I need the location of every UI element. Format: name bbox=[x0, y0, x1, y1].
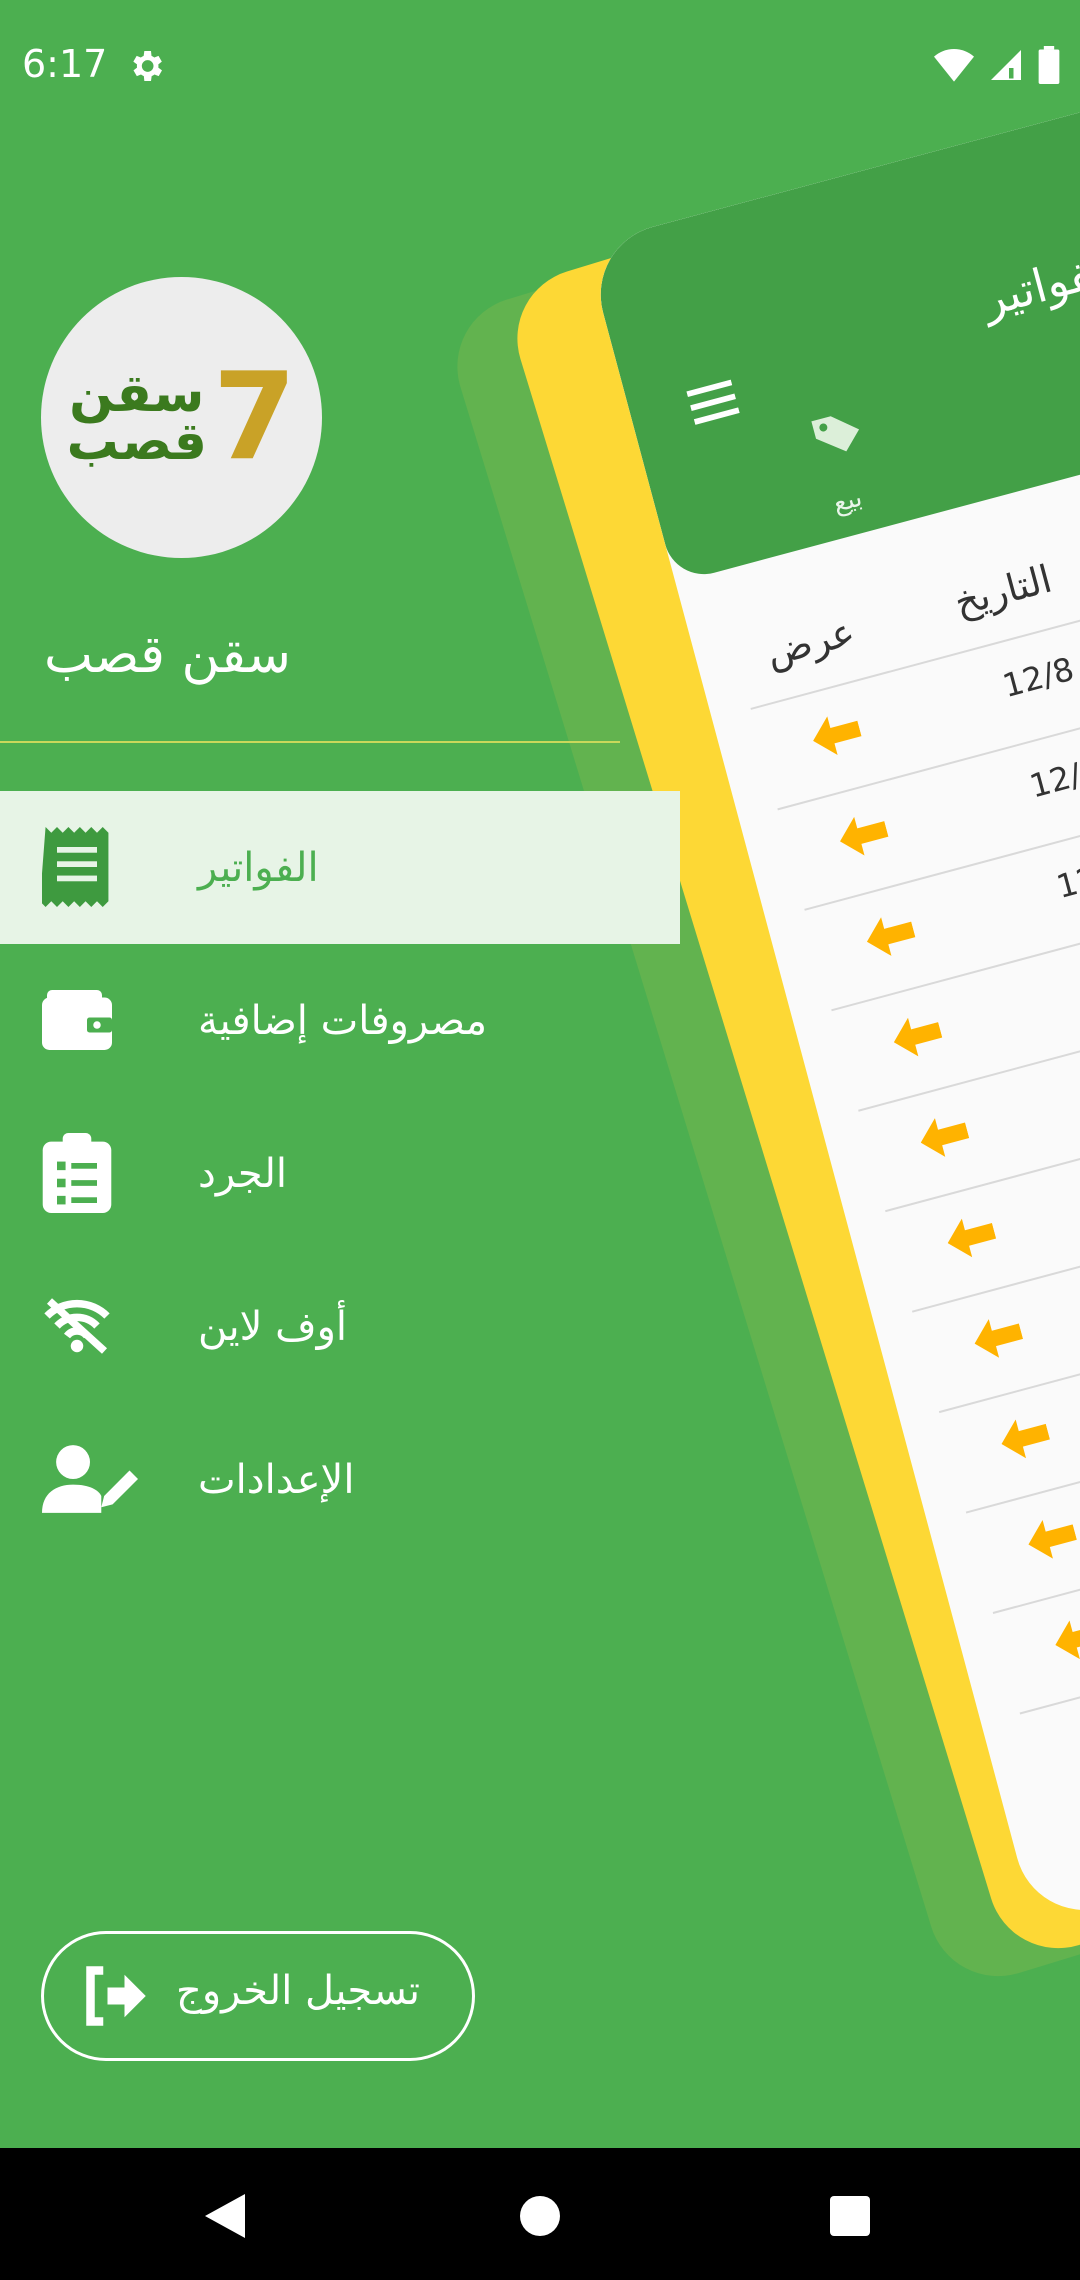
tag-icon[interactable] bbox=[807, 405, 867, 460]
menu-icon[interactable] bbox=[686, 377, 741, 428]
recents-icon[interactable] bbox=[830, 2196, 870, 2236]
status-bar: 6:17 bbox=[0, 0, 1080, 130]
menu-label: الإعدادات bbox=[198, 1456, 355, 1503]
app-logo: سقن قصب 7 bbox=[41, 277, 322, 558]
logo-text-top: سقن bbox=[69, 363, 205, 424]
system-nav-bar bbox=[0, 2148, 1080, 2280]
logout-label: تسجيل الخروج bbox=[176, 1968, 421, 2014]
menu-label: أوف لاين bbox=[198, 1303, 348, 1350]
preview-title: الفواتير bbox=[976, 238, 1080, 327]
arrow-left-icon[interactable] bbox=[835, 810, 892, 861]
arrow-left-icon[interactable] bbox=[969, 1312, 1026, 1363]
menu-item-invoices[interactable]: الفواتير bbox=[0, 791, 680, 944]
divider bbox=[0, 741, 620, 743]
arrow-left-icon[interactable] bbox=[943, 1211, 1000, 1262]
wifi-off-icon bbox=[44, 1298, 110, 1354]
arrow-left-icon[interactable] bbox=[808, 709, 865, 760]
status-time: 6:17 bbox=[22, 42, 108, 86]
column-header-view: عرض bbox=[761, 609, 860, 676]
gear-icon bbox=[133, 51, 162, 81]
wifi-icon bbox=[934, 49, 974, 82]
battery-icon bbox=[1038, 46, 1060, 84]
menu-item-extra-expenses[interactable]: مصروفات إضافية bbox=[0, 944, 680, 1097]
tab-sell-label[interactable]: بيع bbox=[830, 483, 866, 519]
column-header-date: التاريخ bbox=[949, 556, 1057, 625]
arrow-left-icon[interactable] bbox=[1023, 1513, 1080, 1564]
wallet-icon bbox=[42, 990, 112, 1050]
home-icon[interactable] bbox=[520, 2196, 560, 2236]
clipboard-list-icon bbox=[42, 1133, 112, 1213]
menu-label: مصروفات إضافية bbox=[198, 997, 488, 1044]
arrow-left-icon[interactable] bbox=[1050, 1613, 1080, 1664]
arrow-left-icon[interactable] bbox=[862, 910, 919, 961]
user-edit-icon bbox=[42, 1445, 138, 1513]
brand-name: سقن قصب bbox=[44, 625, 291, 685]
back-icon[interactable] bbox=[205, 2194, 245, 2238]
arrow-left-icon[interactable] bbox=[996, 1412, 1053, 1463]
menu-label: الفواتير bbox=[198, 844, 319, 891]
menu-label: الجرد bbox=[198, 1150, 288, 1197]
row-date: 12/19 bbox=[1052, 845, 1080, 906]
arrow-left-icon[interactable] bbox=[916, 1111, 973, 1162]
logo-text-bottom: قصب bbox=[66, 411, 207, 472]
arrow-left-icon[interactable] bbox=[889, 1010, 946, 1061]
menu-item-inventory[interactable]: الجرد bbox=[0, 1097, 680, 1250]
row-date: 12/11 bbox=[1025, 744, 1080, 806]
row-date: 12/8 bbox=[998, 649, 1078, 706]
logo-seven: 7 bbox=[212, 348, 297, 487]
receipt-icon bbox=[42, 827, 109, 907]
signal-icon bbox=[991, 50, 1021, 80]
logout-icon bbox=[86, 1966, 146, 2026]
menu-item-offline[interactable]: أوف لاين bbox=[0, 1250, 680, 1403]
menu-item-settings[interactable]: الإعدادات bbox=[0, 1403, 680, 1556]
logout-button[interactable]: تسجيل الخروج bbox=[41, 1931, 475, 2061]
